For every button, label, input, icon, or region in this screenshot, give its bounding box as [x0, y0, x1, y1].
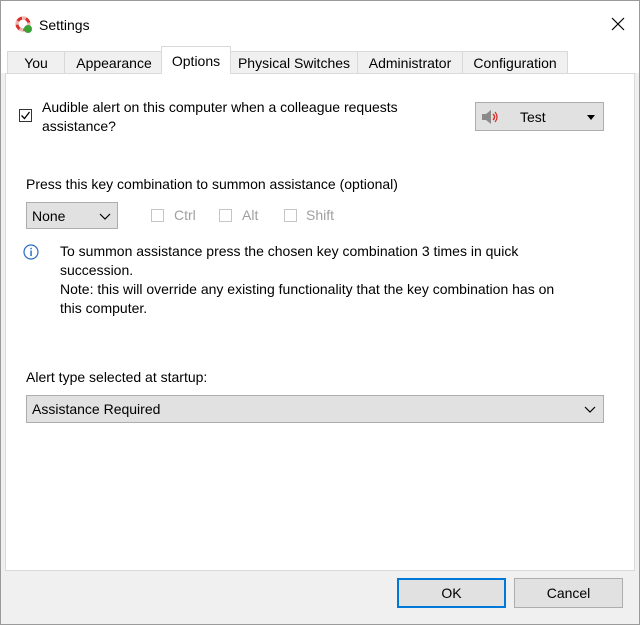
alt-label: Alt: [242, 207, 259, 223]
info-line-4: this computer.: [60, 300, 148, 316]
options-page: [5, 73, 635, 571]
chevron-down-icon: [99, 213, 111, 220]
key-combo-label: Press this key combination to summon ass…: [26, 176, 398, 192]
audible-alert-checkbox[interactable]: [19, 109, 32, 122]
settings-window: Settings You Appearance Options Physical…: [0, 0, 640, 625]
audible-alert-label-line2: assistance?: [42, 118, 116, 134]
info-line-1: To summon assistance press the chosen ke…: [60, 243, 519, 259]
tab-appearance[interactable]: Appearance: [64, 51, 164, 73]
dropdown-arrow-icon[interactable]: [587, 115, 595, 120]
close-button[interactable]: [605, 11, 631, 37]
alert-type-value: Assistance Required: [32, 401, 161, 417]
tab-physical-switches[interactable]: Physical Switches: [230, 51, 358, 73]
ctrl-label: Ctrl: [174, 207, 196, 223]
key-select-value: None: [32, 208, 66, 224]
app-icon: [15, 16, 32, 33]
ok-button[interactable]: OK: [397, 578, 506, 608]
chevron-down-icon: [584, 406, 596, 413]
info-line-3: Note: this will override any existing fu…: [60, 281, 555, 297]
window-title: Settings: [39, 17, 90, 33]
title-bar: Settings: [1, 1, 639, 43]
key-select[interactable]: None: [26, 202, 118, 229]
tab-you[interactable]: You: [7, 51, 65, 73]
test-button-label: Test: [520, 109, 546, 125]
alert-type-select[interactable]: Assistance Required: [26, 395, 604, 423]
test-button[interactable]: Test: [475, 102, 604, 131]
ctrl-checkbox[interactable]: [151, 209, 164, 222]
alt-checkbox[interactable]: [219, 209, 232, 222]
tab-administrator[interactable]: Administrator: [357, 51, 463, 73]
tab-configuration[interactable]: Configuration: [462, 51, 568, 73]
audible-alert-label-line1: Audible alert on this computer when a co…: [42, 99, 398, 115]
speaker-icon: [482, 110, 498, 124]
checkmark-icon: [21, 111, 31, 120]
shift-checkbox[interactable]: [284, 209, 297, 222]
tab-options[interactable]: Options: [161, 46, 231, 74]
close-icon: [611, 17, 625, 31]
info-line-2: succession.: [60, 262, 134, 278]
info-icon: [23, 244, 39, 260]
cancel-button[interactable]: Cancel: [514, 578, 623, 608]
alert-type-label: Alert type selected at startup:: [26, 369, 208, 385]
shift-label: Shift: [306, 207, 335, 223]
